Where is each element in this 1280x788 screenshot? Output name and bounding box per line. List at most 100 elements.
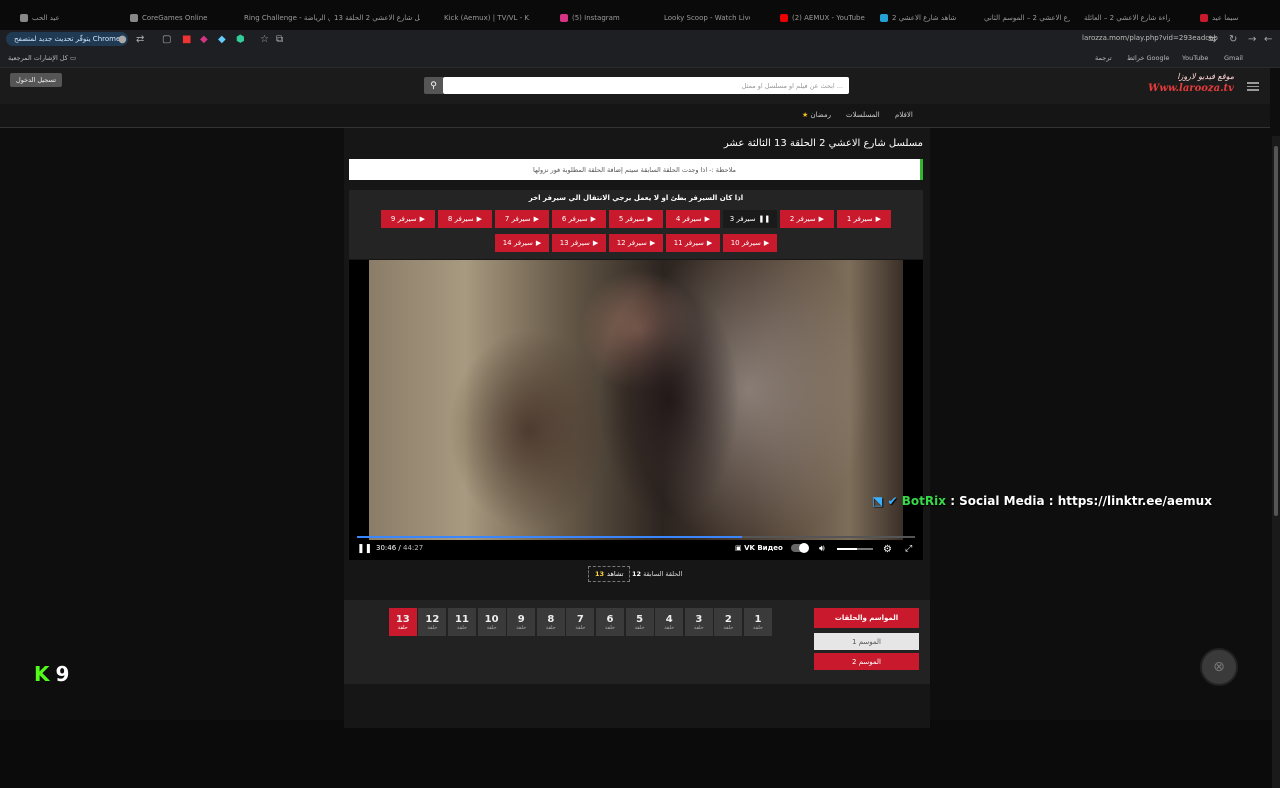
episode-button[interactable]: 10 حلقة <box>477 608 506 636</box>
prev-episode-link[interactable]: 12 الحلقة السابقة <box>632 570 682 578</box>
browser-tab[interactable]: Ring Challenge - عيدني الرياضة <box>240 10 330 26</box>
menu-movies[interactable]: الافلام <box>895 111 913 119</box>
browser-tab[interactable]: (5) Instagram <box>560 10 650 26</box>
search-input[interactable]: ابحث عن فيلم او مسلسل او ممثل ... <box>443 77 849 94</box>
browser-tab[interactable]: مسلسل شارع الاعشي 2 – الموسم الثاني <box>980 10 1070 26</box>
server-button[interactable]: سيرفر 7 ▶ <box>495 210 549 228</box>
server-button[interactable]: سيرفر 2 ▶ <box>780 210 834 228</box>
server-button[interactable]: سيرفر 10 ▶ <box>723 234 777 252</box>
vk-brand[interactable]: ▣ VK Видео <box>735 544 783 552</box>
login-button[interactable]: تسجيل الدخول <box>10 73 63 87</box>
browser-tab[interactable]: (2) AEMUX - YouTube <box>780 10 870 26</box>
episode-button[interactable]: 5 حلقة <box>625 608 654 636</box>
forward-icon[interactable]: → <box>1248 34 1256 45</box>
browser-tab[interactable]: شاهد شارع الاعشي 2 <box>880 10 970 26</box>
episode-label: حلقة <box>427 624 438 631</box>
episode-button[interactable]: 6 حلقة <box>596 608 624 636</box>
server-button[interactable]: سيرفر 6 ▶ <box>552 210 606 228</box>
server-button[interactable]: سيرفر 14 ▶ <box>495 234 549 252</box>
extension-icon-2[interactable]: ▢ <box>162 34 171 45</box>
server-button[interactable]: سيرفر 3 ❚❚ <box>723 210 777 228</box>
bookmark-translate[interactable]: ترجمة <box>1095 54 1112 62</box>
tab-label: مسلسل شارع الاعشي 2 – الموسم الثاني <box>984 14 1070 22</box>
server-button[interactable]: سيرفر 4 ▶ <box>666 210 720 228</box>
browser-tab[interactable]: سيما عيد <box>1200 10 1280 26</box>
tab-label: عيد الحب <box>32 14 60 22</box>
scrollbar-thumb[interactable] <box>1274 146 1278 516</box>
browser-tab[interactable]: عيدني قراءة شارع الاعشي 2 – العائلة... <box>1080 10 1170 26</box>
browser-tab[interactable]: Looky Scoop - Watch Live a... <box>660 10 750 26</box>
volume-slider[interactable] <box>837 548 873 550</box>
episode-label: حلقة <box>693 624 704 631</box>
browser-tab[interactable]: CoreGames Online <box>130 10 220 26</box>
server-button[interactable]: سيرفر 9 ▶ <box>381 210 435 228</box>
menu-icon[interactable] <box>1247 82 1259 91</box>
install-icon[interactable]: ⧉ <box>276 34 283 45</box>
search-button[interactable]: ⚲ <box>424 77 443 94</box>
video-player[interactable]: ❚❚ 30:46 / 44:27 ▣ VK Видео 🔊︎ ⚙ ⤢ <box>349 260 923 560</box>
bookmark-maps[interactable]: خرائط Google <box>1127 54 1169 62</box>
star-icon[interactable]: ☆ <box>260 34 269 45</box>
server-button[interactable]: سيرفر 11 ▶ <box>666 234 720 252</box>
episode-button[interactable]: 1 حلقة <box>744 608 772 636</box>
bookmark-gmail[interactable]: Gmail <box>1224 54 1243 62</box>
episode-number: 10 <box>484 613 499 625</box>
menu-ramadan[interactable]: ★ رمضان <box>802 111 831 119</box>
extension-icon[interactable]: ● <box>118 34 127 45</box>
tab-label: Ring Challenge - عيدني الرياضة <box>244 14 330 22</box>
episode-button[interactable]: 11 حلقة <box>448 608 476 636</box>
server-button[interactable]: سيرفر 1 ▶ <box>837 210 891 228</box>
server-label: سيرفر 11 <box>673 239 704 247</box>
server-button[interactable]: سيرفر 8 ▶ <box>438 210 492 228</box>
url-text[interactable]: larozza.mom/play.php?vid=293eadcab <box>1082 34 1218 42</box>
page-scrollbar[interactable] <box>1272 136 1280 788</box>
season-1-button[interactable]: الموسم 1 <box>814 633 919 650</box>
youtube-ext-icon[interactable]: ■ <box>182 34 191 45</box>
bookmark-translate-label: ترجمة <box>1095 54 1112 62</box>
all-bookmarks[interactable]: كل الإشارات المرجعية ▭ <box>8 54 76 62</box>
extension-icon-4[interactable]: ◆ <box>218 34 226 45</box>
reload-icon[interactable]: ↻ <box>1229 34 1237 45</box>
browser-toolbar: يتوفّر تحديث جديد لمتصفح Chrome ● ⇄ ▢ ■ … <box>0 30 1280 48</box>
pause-icon[interactable]: ❚❚ <box>357 544 372 554</box>
episode-button[interactable]: 4 حلقة <box>655 608 684 636</box>
play-icon: ▶ <box>476 215 483 223</box>
server-label: سيرفر 2 <box>789 215 816 223</box>
menu-ramadan-label: رمضان <box>810 111 831 119</box>
server-button[interactable]: سيرفر 12 ▶ <box>609 234 663 252</box>
bookmark-youtube[interactable]: YouTube <box>1182 54 1208 62</box>
menu-series[interactable]: المسلسلات <box>846 111 880 119</box>
chrome-update-button[interactable]: يتوفّر تحديث جديد لمتصفح Chrome <box>6 32 129 46</box>
extension-icon-3[interactable]: ◆ <box>200 34 208 45</box>
progress-bar[interactable] <box>357 536 915 538</box>
episode-button[interactable]: 2 حلقة <box>714 608 743 636</box>
volume-icon[interactable]: 🔊︎ <box>819 544 825 554</box>
server-button[interactable]: سيرفر 13 ▶ <box>552 234 606 252</box>
episode-button[interactable]: 8 حلقة <box>536 608 565 636</box>
season-2-label: الموسم 2 <box>852 657 881 666</box>
site-info-icon[interactable]: ⇆ <box>1208 34 1216 45</box>
fullscreen-icon[interactable]: ⤢ <box>905 544 912 554</box>
episode-button[interactable]: 3 حلقة <box>684 608 713 636</box>
browser-tab[interactable]: Kick (Aemux) | TV/VL - K... <box>440 10 530 26</box>
tab-label: شاهد شارع الاعشي 2 <box>892 14 957 22</box>
main-content: مسلسل شارع الاعشي 2 الحلقة 13 الثالثة عش… <box>344 128 930 728</box>
back-icon[interactable]: ← <box>1264 34 1272 45</box>
extensions-icon[interactable]: ⇄ <box>136 34 144 45</box>
server-label: سيرفر 5 <box>618 215 645 223</box>
episode-button[interactable]: 9 حلقة <box>507 608 536 636</box>
episode-button[interactable]: 7 حلقة <box>566 608 595 636</box>
settings-icon[interactable]: ⚙ <box>883 544 892 555</box>
video-frame[interactable] <box>369 260 903 540</box>
server-button[interactable]: سيرفر 5 ▶ <box>609 210 663 228</box>
episode-button[interactable]: 12 حلقة <box>418 608 447 636</box>
browser-tab[interactable]: عيد الحب <box>20 10 110 26</box>
autoplay-toggle[interactable] <box>791 543 809 553</box>
episode-button[interactable]: 13 حلقة <box>388 608 417 636</box>
site-logo[interactable]: موقع فيديو لاروزا Www.larooza.tv <box>1148 72 1238 98</box>
episode-number: 8 <box>547 613 555 625</box>
shield-icon[interactable]: ⬢ <box>236 34 245 45</box>
browser-tab[interactable]: مسلسل شارع الاعشي 2 الحلقة 13 <box>330 10 420 26</box>
season-2-button[interactable]: الموسم 2 <box>814 653 919 670</box>
website: تسجيل الدخول ⚲ ابحث عن فيلم او مسلسل او … <box>0 68 1280 788</box>
